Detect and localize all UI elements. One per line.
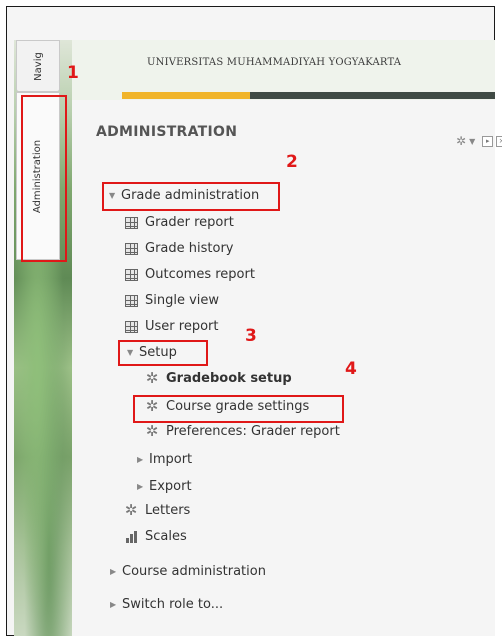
tab-navigation[interactable]: Navig bbox=[16, 40, 60, 92]
tree-item-outcomes-report[interactable]: Outcomes report bbox=[123, 267, 255, 282]
tree-item-export[interactable]: ▶ Export bbox=[137, 479, 192, 494]
report-icon bbox=[124, 268, 138, 281]
tree-item-import[interactable]: ▶ Import bbox=[137, 452, 192, 467]
item-label: Import bbox=[149, 452, 193, 467]
item-label: Scales bbox=[145, 529, 187, 544]
annotation-box-2 bbox=[102, 182, 280, 211]
collapsed-icon: ▶ bbox=[110, 600, 117, 609]
tree-item-grade-history[interactable]: Grade history bbox=[123, 241, 233, 256]
annotation-box-4 bbox=[133, 395, 344, 423]
item-label: Course administration bbox=[122, 564, 266, 579]
gear-icon: ✲ bbox=[124, 501, 138, 519]
item-label: Gradebook setup bbox=[166, 371, 292, 386]
gear-icon: ✲ bbox=[145, 422, 159, 440]
item-label: Grader report bbox=[145, 215, 234, 230]
header-dark-bar bbox=[250, 92, 495, 99]
site-header bbox=[72, 40, 495, 100]
block-actions-gear-icon[interactable]: ✲ bbox=[456, 134, 466, 148]
annotation-box-3 bbox=[118, 340, 208, 366]
dock-block-icon[interactable]: ▸ bbox=[482, 135, 494, 147]
collapsed-icon: ▶ bbox=[137, 455, 144, 464]
tree-item-gradebook-setup[interactable]: ✲ Gradebook setup bbox=[144, 369, 292, 387]
item-label: Outcomes report bbox=[145, 267, 255, 282]
tab-navigation-label: Navig bbox=[32, 51, 44, 81]
hide-block-icon[interactable]: × bbox=[496, 135, 502, 147]
annotation-number-4: 4 bbox=[345, 359, 357, 379]
annotation-number-3: 3 bbox=[245, 326, 257, 346]
item-label: Letters bbox=[145, 503, 191, 518]
item-label: Switch role to... bbox=[122, 597, 224, 612]
bar-chart-icon bbox=[125, 530, 137, 543]
collapsed-icon: ▶ bbox=[137, 482, 144, 491]
item-label: Export bbox=[149, 479, 192, 494]
tree-item-scales[interactable]: Scales bbox=[123, 529, 187, 544]
institution-name: UNIVERSITAS MUHAMMADIYAH YOGYAKARTA bbox=[147, 57, 402, 68]
item-label: Single view bbox=[145, 293, 220, 308]
item-label: Grade history bbox=[145, 241, 234, 256]
chevron-down-icon[interactable]: ▼ bbox=[469, 137, 475, 146]
tree-item-letters[interactable]: ✲ Letters bbox=[123, 501, 191, 519]
annotation-number-1: 1 bbox=[67, 63, 79, 83]
tree-item-switch-role[interactable]: ▶ Switch role to... bbox=[110, 597, 223, 612]
annotation-box-1 bbox=[21, 95, 67, 262]
block-controls: ✲ ▼ ▸ × bbox=[456, 134, 502, 148]
tree-item-single-view[interactable]: Single view bbox=[123, 293, 219, 308]
annotation-number-2: 2 bbox=[286, 152, 298, 172]
collapsed-icon: ▶ bbox=[110, 567, 117, 576]
report-icon bbox=[124, 242, 138, 255]
item-label: User report bbox=[145, 319, 219, 334]
administration-block bbox=[72, 100, 495, 636]
block-title: ADMINISTRATION bbox=[96, 124, 238, 140]
tree-item-course-administration[interactable]: ▶ Course administration bbox=[110, 564, 266, 579]
report-icon bbox=[124, 216, 138, 229]
tree-item-user-report[interactable]: User report bbox=[123, 319, 218, 334]
report-icon bbox=[124, 294, 138, 307]
item-label: Preferences: Grader report bbox=[166, 424, 340, 439]
tree-item-preferences-grader-report[interactable]: ✲ Preferences: Grader report bbox=[144, 422, 340, 440]
report-icon bbox=[124, 320, 138, 333]
tree-item-grader-report[interactable]: Grader report bbox=[123, 215, 234, 230]
gear-icon: ✲ bbox=[145, 369, 159, 387]
header-accent-bar bbox=[122, 92, 250, 99]
